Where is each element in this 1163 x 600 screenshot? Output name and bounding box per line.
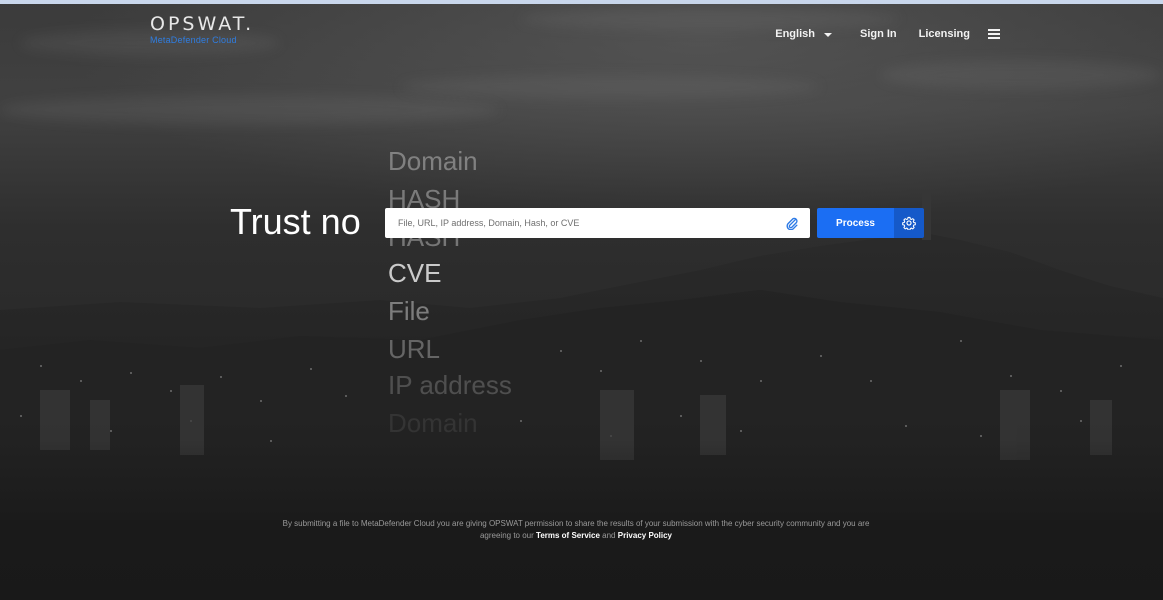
hero-title: Trust no [230, 201, 361, 242]
caret-down-icon [823, 32, 832, 37]
sign-in-link[interactable]: Sign In [860, 28, 897, 40]
licensing-link[interactable]: Licensing [919, 28, 970, 40]
search-box [385, 208, 810, 238]
rotating-word: Domain [388, 408, 478, 438]
opswat-logo[interactable]: OPSWAT. MetaDefender Cloud [150, 14, 254, 45]
cloud-decoration [520, 8, 900, 30]
privacy-policy-link[interactable]: Privacy Policy [618, 531, 672, 540]
hamburger-menu-icon[interactable] [988, 29, 1000, 39]
language-dropdown[interactable]: English [775, 28, 832, 40]
top-navigation: English Sign In Licensing [775, 28, 1000, 40]
landing-page: OPSWAT. MetaDefender Cloud English Sign … [0, 0, 1163, 600]
cloud-decoration [880, 60, 1163, 90]
submission-consent-notice: By submitting a file to MetaDefender Clo… [180, 518, 972, 542]
settings-button[interactable] [894, 208, 924, 238]
logo-wordmark: OPSWAT. [150, 13, 255, 35]
consent-line-2: agreeing to our Terms of Service and Pri… [180, 530, 972, 542]
paperclip-icon[interactable] [785, 216, 799, 230]
search-input[interactable] [385, 208, 775, 238]
browser-top-edge [0, 0, 1163, 4]
rotating-word: Domain [388, 150, 478, 176]
language-label: English [775, 28, 815, 40]
consent-line-1: By submitting a file to MetaDefender Clo… [282, 519, 870, 528]
cloud-decoration [400, 75, 820, 99]
rotating-word: CVE [388, 258, 442, 288]
rotating-word: URL [388, 334, 441, 364]
rotating-word: IP address [388, 370, 512, 400]
logo-product-name: MetaDefender Cloud [150, 35, 237, 45]
rotating-word-carousel: DomainHASHHASHCVEFileURLIP addressDomain [388, 150, 648, 440]
process-button[interactable]: Process [817, 208, 894, 238]
rotating-word: File [388, 296, 430, 326]
consent-and: and [602, 531, 616, 540]
cloud-decoration [0, 95, 500, 125]
gear-icon [902, 216, 916, 230]
terms-of-service-link[interactable]: Terms of Service [536, 531, 600, 540]
consent-prefix: agreeing to our [479, 531, 534, 540]
